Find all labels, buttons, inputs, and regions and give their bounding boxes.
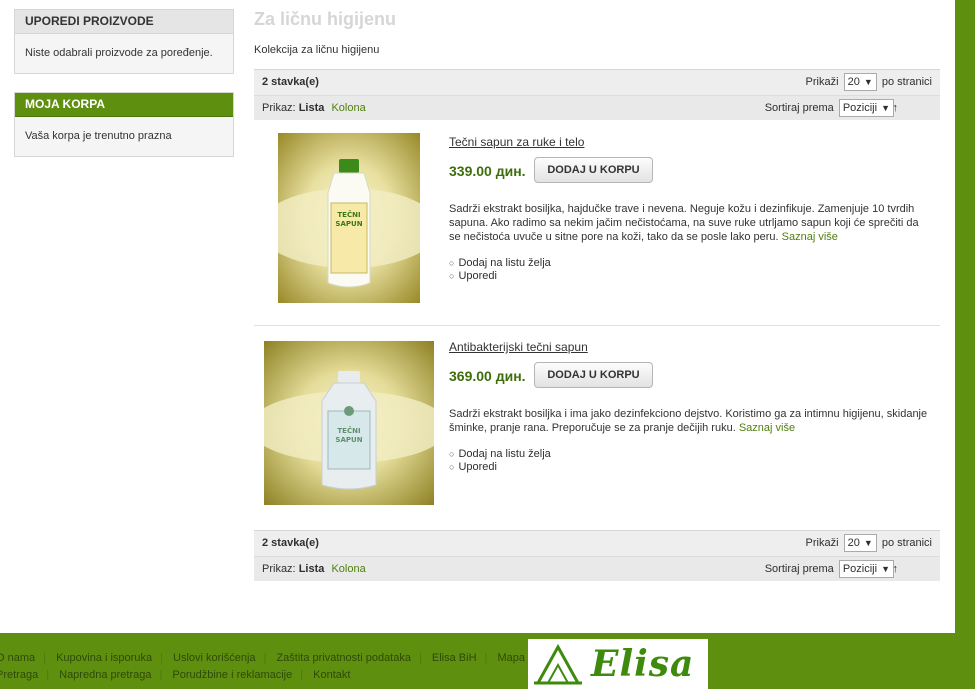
product-name-link[interactable]: Tečni sapun za ruke i telo	[449, 135, 584, 149]
footer-link-contact[interactable]: Kontakt	[313, 669, 350, 681]
limit-select[interactable]: 20 ▼	[843, 73, 877, 92]
toolbar-top: 2 stavka(e) Prikaži 20 ▼ po stranici Prik…	[254, 69, 940, 120]
brand-logo[interactable]: Elisa	[528, 639, 708, 689]
footer-links-row-2: Pretraga | Napredna pretraga | Porudžbine …	[0, 667, 559, 684]
footer-link-orders[interactable]: Porudžbine i reklamacije	[172, 669, 292, 681]
view-mode-grid-link[interactable]: Kolona	[331, 102, 365, 114]
sort-select[interactable]: Poziciji ▼	[838, 99, 894, 118]
product-price: 339.00 дин.	[449, 163, 526, 179]
view-mode-label: Prikaz:	[262, 102, 296, 114]
product-actions: Dodaj na listu želja Uporedi	[449, 448, 551, 474]
footer-link-elisa-bih[interactable]: Elisa BiH	[432, 652, 477, 664]
page-right-border	[955, 0, 975, 633]
footer-link-about[interactable]: O nama	[0, 652, 35, 664]
compare-block-title: UPOREDI PROIZVODE	[15, 10, 233, 34]
product-price: 369.00 дин.	[449, 368, 526, 384]
sorter: Prikaz: Lista Kolona Sortiraj prema Pozi…	[254, 96, 940, 120]
footer-links: O nama | Kupovina i isporuka | Uslovi kori…	[0, 650, 559, 684]
item-count: 2 stavka(e)	[262, 76, 319, 88]
footer-links-row-1: O nama | Kupovina i isporuka | Uslovi kori…	[0, 650, 559, 667]
compare-empty-text: Niste odabrali proizvode za poređenje.	[15, 34, 233, 73]
limit-select[interactable]: 20 ▼	[843, 534, 877, 553]
learn-more-link[interactable]: Saznaj više	[739, 422, 795, 434]
sort-direction-arrow-icon[interactable]: ↑	[893, 557, 899, 581]
footer-link-terms[interactable]: Uslovi korišćenja	[173, 652, 256, 664]
logo-text: Elisa	[591, 643, 695, 685]
view-mode-list: Lista	[298, 102, 325, 114]
svg-text:SAPUN: SAPUN	[335, 436, 362, 444]
chevron-down-icon: ▼	[863, 538, 873, 549]
sort-by: Sortiraj prema Poziciji ▼	[765, 96, 896, 120]
bottle-label: TEČNI	[337, 210, 360, 219]
product-image[interactable]: TEČNI SAPUN	[249, 341, 449, 505]
product-actions: Dodaj na listu želja Uporedi	[449, 257, 551, 283]
sort-label: Sortiraj prema	[764, 563, 834, 575]
add-to-wishlist-link[interactable]: Dodaj na listu želja	[449, 448, 550, 461]
add-to-compare-link[interactable]: Uporedi	[449, 270, 551, 283]
item-count: 2 stavka(e)	[262, 537, 319, 549]
category-description: Kolekcija za ličnu higijenu	[254, 44, 380, 56]
view-mode-label: Prikaz:	[262, 563, 296, 575]
sort-label: Sortiraj prema	[764, 102, 834, 114]
view-mode: Prikaz: Lista Kolona	[262, 96, 366, 120]
cart-block-title: MOJA KORPA	[15, 93, 233, 117]
view-mode-grid-link[interactable]: Kolona	[331, 563, 365, 575]
sorter: Prikaz: Lista Kolona Sortiraj prema Pozi…	[254, 557, 940, 581]
cart-empty-text: Vaša korpa je trenutno prazna	[15, 117, 233, 156]
add-to-cart-button[interactable]: DODAJ U KORPU	[534, 157, 653, 183]
limiter: Prikaži 20 ▼ po stranici	[806, 531, 932, 556]
logo-triangle-icon	[534, 643, 582, 685]
sort-direction-arrow-icon[interactable]: ↑	[893, 96, 899, 120]
product-name-link[interactable]: Antibakterijski tečni sapun	[449, 340, 588, 354]
svg-text:SAPUN: SAPUN	[335, 220, 362, 228]
sort-by: Sortiraj prema Poziciji ▼	[765, 557, 896, 581]
svg-text:TEČNI: TEČNI	[337, 426, 360, 435]
show-label: Prikaži	[805, 537, 839, 549]
cart-block: MOJA KORPA Vaša korpa je trenutno prazna	[14, 92, 234, 157]
toolbar-bottom: 2 stavka(e) Prikaži 20 ▼ po stranici Prik…	[254, 530, 940, 581]
divider	[254, 325, 940, 326]
footer: O nama | Kupovina i isporuka | Uslovi kori…	[0, 633, 975, 689]
per-page-label: po stranici	[881, 537, 932, 549]
view-mode: Prikaz: Lista Kolona	[262, 557, 366, 581]
footer-link-search[interactable]: Pretraga	[0, 669, 38, 681]
product-image[interactable]: TEČNI SAPUN	[259, 133, 439, 303]
chevron-down-icon: ▼	[881, 564, 890, 575]
show-label: Prikaži	[805, 76, 839, 88]
learn-more-link[interactable]: Saznaj više	[782, 231, 838, 243]
footer-link-shipping[interactable]: Kupovina i isporuka	[56, 652, 152, 664]
add-to-compare-link[interactable]: Uporedi	[449, 461, 551, 474]
add-to-wishlist-link[interactable]: Dodaj na listu želja	[449, 257, 550, 270]
product-description: Sadrži ekstrakt bosiljka i ima jako dezi…	[449, 408, 928, 434]
footer-link-privacy[interactable]: Zaštita privatnosti podataka	[276, 652, 411, 664]
product-item: TEČNI SAPUN Antibakterijski tečni sapun …	[249, 340, 940, 520]
add-to-cart-button[interactable]: DODAJ U KORPU	[534, 362, 653, 388]
sort-select[interactable]: Poziciji ▼	[838, 560, 894, 579]
pager: 2 stavka(e) Prikaži 20 ▼ po stranici	[254, 69, 940, 96]
page-title: Za ličnu higijenu	[254, 9, 397, 29]
limiter: Prikaži 20 ▼ po stranici	[806, 70, 932, 95]
compare-products-block: UPOREDI PROIZVODE Niste odabrali proizvo…	[14, 9, 234, 74]
per-page-label: po stranici	[881, 76, 932, 88]
product-description: Sadrži ekstrakt bosiljka, hajdučke trave…	[449, 203, 919, 243]
view-mode-list: Lista	[298, 563, 325, 575]
footer-link-advanced-search[interactable]: Napredna pretraga	[59, 669, 151, 681]
product-item: TEČNI SAPUN Tečni sapun za ruke i telo 3…	[254, 133, 940, 315]
pager: 2 stavka(e) Prikaži 20 ▼ po stranici	[254, 530, 940, 557]
chevron-down-icon: ▼	[881, 103, 890, 114]
chevron-down-icon: ▼	[863, 77, 873, 88]
